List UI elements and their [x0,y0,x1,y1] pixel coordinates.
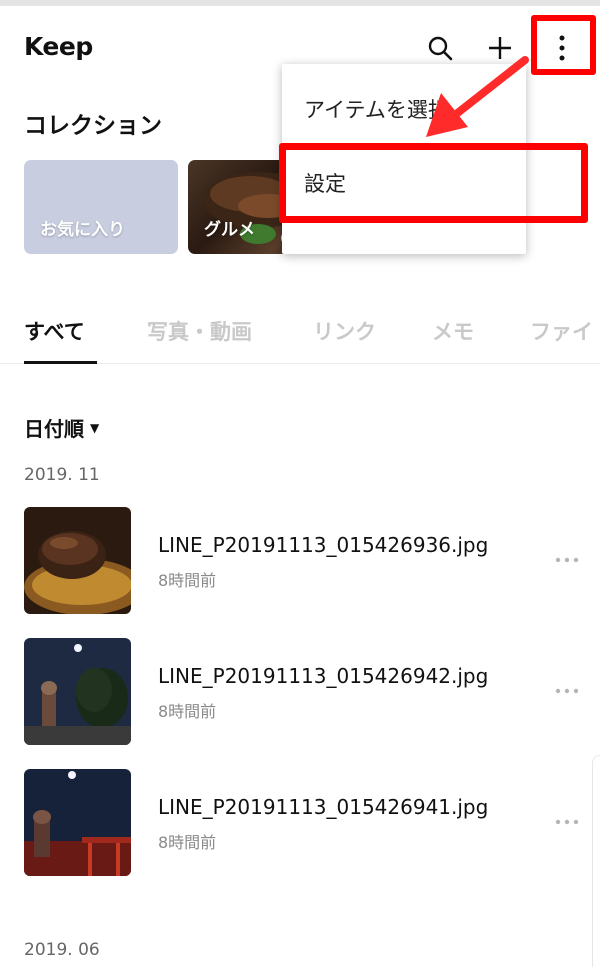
more-horizontal-icon [555,819,579,825]
tab-files[interactable]: ファイ [530,316,593,346]
search-icon [428,36,453,61]
sort-label: 日付順 [24,417,84,441]
more-horizontal-icon [555,688,579,694]
item-more-button[interactable] [552,807,582,837]
app-title: Keep [24,32,93,61]
add-button[interactable] [480,28,520,68]
tab-links[interactable]: リンク [313,316,376,346]
filter-tabs: すべて 写真・動画 リンク メモ ファイ [0,300,600,364]
search-button[interactable] [420,28,460,68]
item-more-button[interactable] [552,676,582,706]
file-timestamp: 8時間前 [158,702,217,721]
file-name: LINE_P20191113_015426936.jpg [158,533,489,557]
collection-card-favorites[interactable]: お気に入り [24,160,178,254]
file-thumbnail [24,638,131,745]
file-thumbnail [24,507,131,614]
file-timestamp: 8時間前 [158,833,217,852]
tab-memos[interactable]: メモ [432,316,474,346]
more-options-button[interactable] [542,28,582,68]
more-horizontal-icon [555,557,579,563]
edge-panel-handle [592,755,600,967]
file-thumbnail [24,769,131,876]
sort-dropdown[interactable]: 日付順 ▼ [24,413,99,442]
date-group-header: 2019. 06 [24,940,100,960]
list-item[interactable]: LINE_P20191113_015426936.jpg 8時間前 [0,507,600,615]
plus-icon [489,37,511,59]
collections-title: コレクション [24,113,162,139]
more-vertical-icon [559,35,565,61]
overflow-menu: アイテムを選択 設定 [282,64,526,254]
caret-down-icon: ▼ [90,420,100,435]
collection-label: グルメ [204,220,255,240]
file-timestamp: 8時間前 [158,571,217,590]
active-tab-indicator [24,361,97,364]
menu-item-settings[interactable]: 設定 [304,168,346,198]
menu-item-select-items[interactable]: アイテムを選択 [304,94,449,124]
list-item[interactable]: LINE_P20191113_015426941.jpg 8時間前 [0,769,600,877]
tab-photos-videos[interactable]: 写真・動画 [147,316,252,346]
item-more-button[interactable] [552,545,582,575]
collection-label: お気に入り [40,220,125,240]
list-item[interactable]: LINE_P20191113_015426942.jpg 8時間前 [0,638,600,746]
date-group-header: 2019. 11 [24,465,100,485]
file-name: LINE_P20191113_015426942.jpg [158,664,489,688]
file-name: LINE_P20191113_015426941.jpg [158,795,489,819]
tab-all[interactable]: すべて [24,316,85,346]
